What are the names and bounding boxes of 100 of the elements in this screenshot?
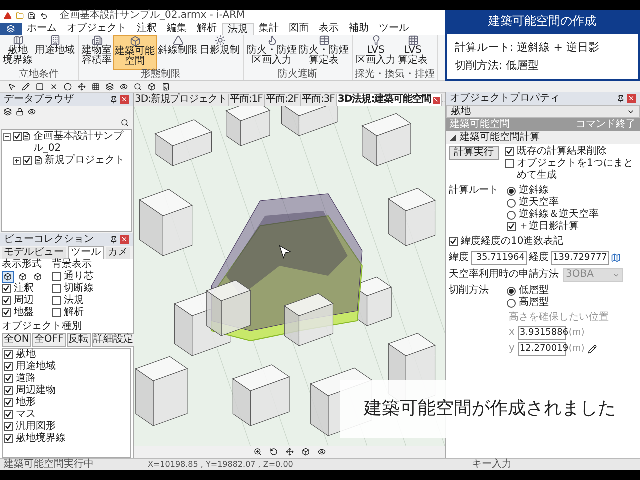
coordinate-field[interactable]: 12.270019 [518, 342, 566, 356]
checkbox[interactable] [505, 159, 514, 168]
object-dropdown[interactable]: 敷地 [446, 105, 640, 118]
coordinate-field[interactable]: 3.9315886 [518, 326, 566, 340]
close-button[interactable] [120, 95, 129, 104]
menu-tab[interactable]: 補助 [344, 23, 374, 35]
checkbox[interactable] [4, 350, 13, 359]
menu-tab[interactable]: 解析 [192, 23, 222, 35]
ribbon-button[interactable]: 敷地 境界線 [2, 35, 34, 70]
checkbox[interactable] [13, 132, 22, 141]
checkbox[interactable] [2, 296, 11, 305]
tree-item[interactable]: 企画基本設計サンプル_02 [33, 131, 130, 155]
ribbon-button[interactable]: 用途地域 [34, 35, 76, 70]
checkbox[interactable] [52, 284, 61, 293]
menu-tab[interactable]: 図面 [284, 23, 314, 35]
checkbox[interactable] [4, 386, 13, 395]
panel-button[interactable]: 全ON [2, 333, 32, 347]
search-icon[interactable] [121, 118, 129, 126]
checkbox[interactable] [4, 410, 13, 419]
radio-button[interactable] [507, 210, 516, 220]
checkbox[interactable] [52, 296, 61, 305]
radio-button[interactable] [507, 286, 516, 296]
view-icon[interactable] [28, 108, 36, 116]
pencil-icon[interactable] [588, 344, 597, 354]
menu-tab[interactable]: ホーム [22, 23, 62, 35]
ribbon-button[interactable]: 防火・防煙 算定表 [298, 35, 350, 70]
tab-close-button[interactable] [432, 96, 440, 104]
save-icon[interactable] [28, 12, 36, 20]
run-button[interactable]: 計算実行 [449, 146, 499, 160]
close-button[interactable] [120, 235, 129, 244]
panel-button[interactable]: 反転 [66, 333, 91, 347]
checkbox[interactable] [505, 147, 514, 156]
tree-item[interactable]: 新規プロジェクト [45, 155, 125, 167]
section-header[interactable]: 建築可能空間計算 [446, 131, 640, 144]
ribbon-button[interactable]: 斜線制限 [157, 35, 199, 70]
lock-icon[interactable] [16, 108, 24, 116]
checkbox[interactable] [449, 237, 458, 246]
panel-button[interactable]: 詳細設定 [92, 333, 136, 347]
box-icon[interactable] [148, 82, 156, 90]
search-icon[interactable] [134, 82, 142, 90]
radio-button[interactable] [507, 198, 516, 208]
menu-tab[interactable]: オブジェクト [62, 23, 132, 35]
collapse-icon[interactable] [3, 133, 11, 141]
pin-icon[interactable] [110, 236, 118, 244]
move-icon[interactable] [78, 82, 86, 90]
view-mode-button[interactable] [32, 271, 44, 283]
checkbox[interactable] [4, 374, 13, 383]
radio-button[interactable] [507, 298, 516, 308]
rotate-icon[interactable] [270, 448, 278, 456]
pin-icon[interactable] [110, 96, 118, 104]
menu-tab[interactable]: 表示 [314, 23, 344, 35]
panel-tab[interactable]: モデルビュー [2, 247, 66, 259]
view-mode-button[interactable] [17, 271, 29, 283]
layers-icon[interactable] [106, 82, 114, 90]
checkbox[interactable] [4, 422, 13, 431]
ribbon-button[interactable]: 日影規制 [199, 35, 241, 70]
rectangle-icon[interactable] [36, 82, 44, 90]
building-icon[interactable] [162, 82, 170, 90]
checkbox[interactable] [507, 222, 516, 231]
zoom-icon[interactable] [254, 448, 262, 456]
checkbox[interactable] [4, 398, 13, 407]
longitude-field[interactable]: 139.729777 [551, 251, 609, 265]
view-tab[interactable]: 3D法規:建築可能空間 [336, 94, 442, 106]
map-icon[interactable] [611, 253, 621, 263]
cross-icon[interactable] [50, 82, 58, 90]
grid-icon[interactable] [92, 82, 100, 90]
layers-icon[interactable] [4, 108, 12, 116]
radio-button[interactable] [507, 186, 516, 196]
checkbox[interactable] [4, 434, 13, 443]
ribbon-button[interactable]: LVS 区画入力 [355, 35, 397, 70]
pointer-icon[interactable] [8, 82, 16, 90]
latitude-field[interactable]: 35.711964 [471, 251, 527, 265]
view-icon[interactable] [318, 448, 326, 456]
view-icon[interactable] [120, 82, 128, 90]
checkbox[interactable] [2, 284, 11, 293]
panel-button[interactable]: 全OFF [32, 333, 66, 347]
ribbon-button[interactable]: 防火・防煙 区画入力 [246, 35, 298, 70]
menu-tab[interactable]: 編集 [162, 23, 192, 35]
expand-icon[interactable] [13, 157, 21, 165]
menu-tab[interactable]: 法規 [222, 23, 254, 35]
checkbox[interactable] [2, 308, 11, 317]
close-button[interactable] [627, 94, 636, 103]
view-mode-button[interactable] [2, 271, 14, 283]
menu-tab[interactable]: ツール [374, 23, 414, 35]
checkbox[interactable] [52, 272, 61, 281]
file-menu-button[interactable] [0, 23, 22, 35]
menu-tab[interactable]: 集計 [254, 23, 284, 35]
ribbon-button[interactable]: LVS 算定表 [397, 35, 429, 70]
pin-icon[interactable] [617, 94, 625, 102]
menu-tab[interactable]: 注釈 [132, 23, 162, 35]
ribbon-button[interactable]: 建物室 容積率 [81, 35, 113, 70]
undo-icon[interactable] [40, 12, 48, 20]
circle-icon[interactable] [64, 82, 72, 90]
pan-icon[interactable] [286, 448, 294, 456]
checkbox[interactable] [52, 308, 61, 317]
box-icon[interactable] [302, 448, 310, 456]
checkbox[interactable] [4, 362, 13, 371]
panel-tab[interactable]: カメ [106, 247, 130, 259]
checkbox[interactable] [23, 156, 32, 165]
panel-tab[interactable]: ツール [68, 246, 104, 259]
